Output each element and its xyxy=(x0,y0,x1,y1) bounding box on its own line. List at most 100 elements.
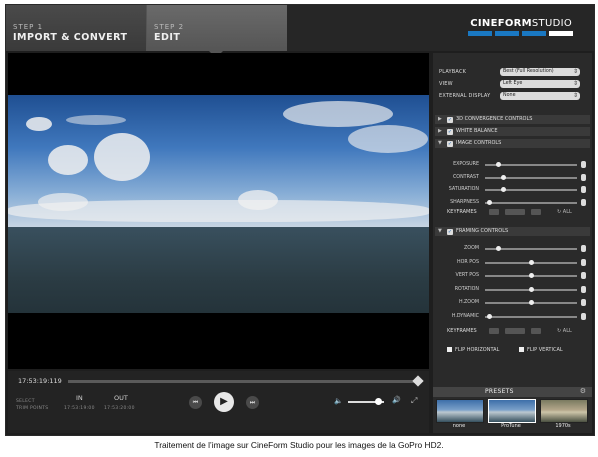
section-title: WHITE BALANCE xyxy=(456,128,498,134)
slider-reset-button[interactable] xyxy=(581,161,586,168)
playhead-handle[interactable] xyxy=(412,375,424,387)
next-frame-button[interactable]: ⏭ xyxy=(246,396,259,409)
chevron-updown-icon: ⇕ xyxy=(572,68,578,75)
preset-thumbnail-none[interactable] xyxy=(436,399,484,423)
slider-reset-button[interactable] xyxy=(581,198,586,206)
slider-track[interactable] xyxy=(485,259,577,265)
chevron-right-icon: ▶ xyxy=(438,116,442,122)
gear-icon[interactable]: ⚙ xyxy=(580,387,586,395)
chevron-updown-icon: ⇕ xyxy=(572,80,578,87)
keyframe-prev-button[interactable] xyxy=(489,209,499,215)
checkbox-icon[interactable]: ✓ xyxy=(447,128,453,135)
chevron-updown-icon: ⇕ xyxy=(572,92,578,99)
section-image-controls[interactable]: ▼ ✓ IMAGE CONTROLS xyxy=(435,139,590,148)
checkbox-icon[interactable]: ✓ xyxy=(447,228,453,235)
checkbox-icon[interactable]: ✓ xyxy=(447,116,453,123)
slider-reset-button[interactable] xyxy=(581,186,586,193)
fullscreen-icon[interactable]: ⤢ xyxy=(411,396,417,406)
volume-slider[interactable] xyxy=(348,398,384,405)
keyframes-all-toggle[interactable]: ↻ ALL xyxy=(557,209,572,215)
volume-icon[interactable]: 🔈 xyxy=(334,397,343,405)
presets-title: PRESETS xyxy=(485,388,514,395)
slider-track[interactable] xyxy=(485,187,577,192)
video-preview[interactable] xyxy=(8,53,429,369)
step-1-label: STEP 1 xyxy=(13,23,44,31)
keyframe-next-button[interactable] xyxy=(531,328,541,334)
slider-track[interactable] xyxy=(485,286,577,292)
slider-handle[interactable] xyxy=(528,259,534,265)
preset-label-protune: ProTune xyxy=(501,423,521,429)
trim-points-label: TRIM POINTS xyxy=(16,406,49,411)
volume-handle[interactable] xyxy=(375,398,383,405)
keyframe-add-button[interactable] xyxy=(505,328,525,334)
timeline-scrubber[interactable] xyxy=(68,375,424,387)
step-1-title: IMPORT & CONVERT xyxy=(13,32,128,43)
step-import-convert-tab[interactable]: STEP 1 IMPORT & CONVERT xyxy=(6,5,147,51)
slider-track[interactable] xyxy=(485,174,577,180)
slider-track[interactable] xyxy=(485,273,577,278)
checkbox-box[interactable] xyxy=(519,347,524,352)
view-select[interactable]: Left Eye ⇕ xyxy=(500,80,580,88)
slider-handle[interactable] xyxy=(496,246,502,251)
section-framing-controls[interactable]: ▼ ✓ FRAMING CONTROLS xyxy=(435,227,590,236)
flip-vertical-checkbox[interactable]: FLIP VERTICAL xyxy=(519,347,563,353)
slider-reset-button[interactable] xyxy=(581,285,586,293)
slider-track[interactable] xyxy=(485,162,577,167)
keyframe-add-button[interactable] xyxy=(505,209,525,215)
slider-reset-button[interactable] xyxy=(581,312,586,320)
brand-bar xyxy=(495,31,519,36)
slider-track[interactable] xyxy=(485,313,577,319)
preset-thumbnail-protune[interactable] xyxy=(488,399,536,423)
slider-handle[interactable] xyxy=(528,273,534,278)
slider-label: H.ZOOM xyxy=(458,300,479,305)
refresh-icon: ↻ xyxy=(557,328,562,334)
preview-cloud xyxy=(26,117,52,131)
previous-frame-button[interactable]: ⏮ xyxy=(189,396,202,409)
slider-reset-button[interactable] xyxy=(581,173,586,181)
preview-cloud xyxy=(38,193,88,211)
external-display-select[interactable]: None ⇕ xyxy=(500,92,580,100)
flip-horizontal-checkbox[interactable]: FLIP HORIZONTAL xyxy=(447,347,499,353)
slider-handle[interactable] xyxy=(500,187,506,192)
section-title: 3D CONVERGENCE CONTROLS xyxy=(456,116,533,122)
slider-label: SHARPNESS xyxy=(450,199,479,205)
section-3d-convergence[interactable]: ▶ ✓ 3D CONVERGENCE CONTROLS xyxy=(435,115,590,124)
slider-reset-button[interactable] xyxy=(581,299,586,306)
volume-max-icon[interactable]: 🔊 xyxy=(392,396,401,404)
out-label: OUT xyxy=(114,394,128,402)
slider-handle[interactable] xyxy=(500,174,506,180)
slider-label: CONTRAST xyxy=(452,174,479,180)
preview-cloud xyxy=(66,115,126,125)
slider-reset-button[interactable] xyxy=(581,245,586,252)
slider-track[interactable] xyxy=(485,199,577,205)
keyframe-prev-button[interactable] xyxy=(489,328,499,334)
timeline-bar: 17:53:19:119 SELECT TRIM POINTS IN 17:53… xyxy=(8,371,429,433)
preset-thumbnail-1970s[interactable] xyxy=(540,399,588,423)
step-edit-tab[interactable]: STEP 2 EDIT xyxy=(147,5,287,58)
section-white-balance[interactable]: ▶ ✓ WHITE BALANCE xyxy=(435,127,590,136)
checkbox-icon[interactable]: ✓ xyxy=(447,140,453,147)
playback-select[interactable]: Best (Full Resolution) ⇕ xyxy=(500,68,580,76)
keyframe-next-button[interactable] xyxy=(531,209,541,215)
in-time[interactable]: 17:53:19:00 xyxy=(64,406,95,411)
slider-handle[interactable] xyxy=(487,313,493,319)
slider-handle[interactable] xyxy=(528,300,534,305)
out-time[interactable]: 17:53:20:00 xyxy=(104,406,135,411)
top-bar: STEP 1 IMPORT & CONVERT STEP 2 EDIT CINE… xyxy=(6,5,594,58)
slider-track[interactable] xyxy=(485,246,577,251)
slider-label: SATURATION xyxy=(448,187,479,192)
slider-track[interactable] xyxy=(485,300,577,305)
slider-reset-button[interactable] xyxy=(581,272,586,279)
slider-handle[interactable] xyxy=(496,162,502,167)
slider-handle[interactable] xyxy=(528,286,534,292)
slider-reset-button[interactable] xyxy=(581,258,586,266)
external-display-value: None xyxy=(503,93,516,98)
play-button[interactable]: ▶ xyxy=(214,392,234,412)
playback-value: Best (Full Resolution) xyxy=(503,69,554,74)
keyframes-all-toggle[interactable]: ↻ ALL xyxy=(557,328,572,334)
step-2-label: STEP 2 xyxy=(154,23,185,31)
brand-logo-bold: CINEFORM xyxy=(470,18,532,29)
checkbox-box[interactable] xyxy=(447,347,452,352)
flip-horizontal-label: FLIP HORIZONTAL xyxy=(455,347,500,353)
slider-handle[interactable] xyxy=(487,199,493,205)
